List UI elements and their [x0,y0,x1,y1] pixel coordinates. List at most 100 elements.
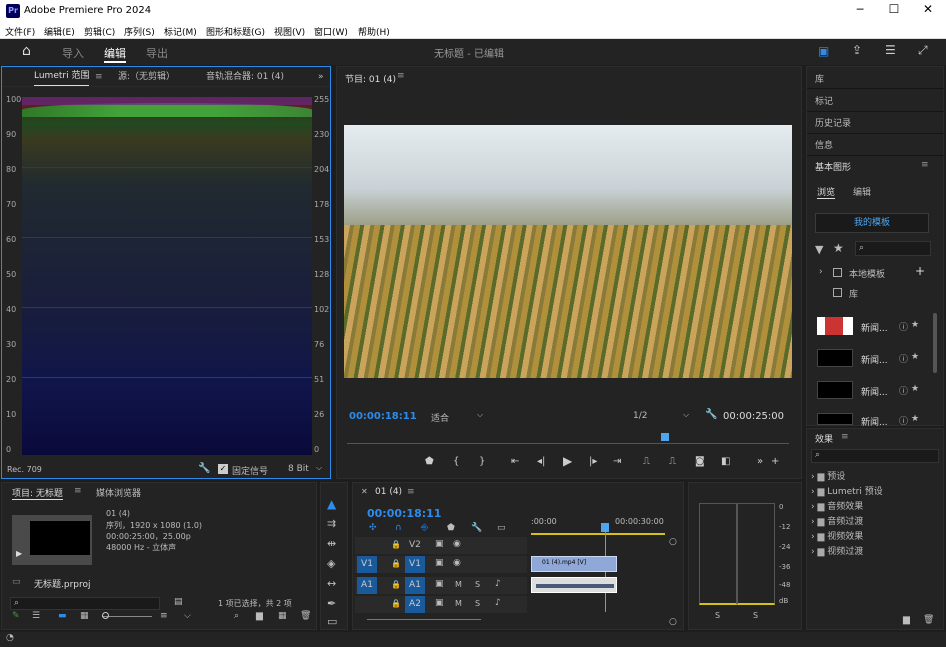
ripple-edit-tool-icon[interactable]: ⇹ [327,537,336,550]
list-item[interactable]: › ▆ 视频过渡 [811,544,941,559]
chevron-right-icon[interactable]: › [819,267,823,277]
tab-project[interactable]: 项目: 无标题 [12,486,63,500]
my-templates-button[interactable]: 我的模板 [815,213,929,233]
menu-markers[interactable]: 标记(M) [164,25,197,38]
menu-file[interactable]: 文件(F) [5,25,35,38]
info-icon[interactable]: ⓘ [899,384,908,397]
extract-icon[interactable]: ⎍ [669,456,676,467]
lock-icon[interactable]: 🔒 [391,559,401,568]
pen-tool-icon[interactable]: ✒ [327,597,336,610]
eye-icon[interactable]: ◉ [453,539,461,549]
timeline-playhead[interactable] [600,523,609,532]
program-timecode[interactable]: 00:00:18:11 [349,411,417,422]
tab-edit[interactable]: 编辑 [104,45,126,61]
home-icon[interactable]: ⌂ [22,43,31,59]
info-icon[interactable]: ⓘ [899,320,908,333]
scrollbar[interactable] [933,313,937,373]
menu-clip[interactable]: 剪辑(C) [84,25,115,38]
list-item[interactable]: › ▆ 音频过渡 [811,514,941,529]
wrench-icon[interactable]: 🔧 [705,409,717,420]
sync-lock-icon[interactable]: ▣ [435,579,444,589]
filter-icon[interactable]: ▼ [815,243,823,256]
icon-view-icon[interactable]: ▬ [58,611,67,621]
freeform-view-icon[interactable]: ▦ [80,611,89,621]
wrench-icon[interactable]: 🔧 [471,523,482,533]
timeline-timecode[interactable]: 00:00:18:11 [367,507,441,520]
scroll-handle[interactable]: ○ [669,617,677,627]
tab-source[interactable]: 源:（无剪辑） [118,67,175,87]
go-to-in-icon[interactable]: ⇤ [511,456,519,467]
checkbox[interactable] [833,288,842,297]
source-patch[interactable]: A1 [357,577,377,594]
step-forward-icon[interactable]: |▸ [589,456,597,467]
automate-icon[interactable]: ⌵ [184,611,191,621]
lift-icon[interactable]: ⎍ [643,456,650,467]
snap-icon[interactable]: ∩ [395,523,402,533]
play-icon[interactable]: ▶ [563,454,572,468]
maximize-icon[interactable]: ☐ [884,2,904,16]
list-item[interactable]: › ▆ 预设 [811,469,941,484]
menu-view[interactable]: 视图(V) [274,25,305,38]
tab-export[interactable]: 导出 [146,45,168,61]
bit-depth-select[interactable]: 8 Bit [288,464,309,474]
project-search-input[interactable]: ⌕ [10,597,160,610]
tab-audio-mixer[interactable]: 音轨混合器: 01 (4) [206,67,284,87]
tab-media-browser[interactable]: 媒体浏览器 [96,486,141,499]
sync-lock-icon[interactable]: ▣ [435,539,444,549]
sequence-tab[interactable]: 01 (4) [375,487,402,497]
menu-icon[interactable]: ≡ [921,160,929,170]
minimize-icon[interactable]: ─ [850,3,870,16]
slider-knob[interactable] [102,612,109,619]
close-icon[interactable]: ✕ [918,2,938,16]
chevron-down-icon[interactable]: ⌵ [316,463,322,473]
lock-icon[interactable]: 🔒 [391,580,401,589]
clamp-checkbox[interactable]: ✓ [218,464,228,474]
status-icon[interactable]: ◔ [6,633,14,643]
template-thumbnail[interactable] [817,317,853,335]
solo-button[interactable]: S [475,599,480,608]
info-icon[interactable]: ⓘ [899,414,908,427]
star-icon[interactable]: ★ [833,241,844,255]
tab-lumetri[interactable]: Lumetri 范围 [34,67,90,86]
graphics-search-input[interactable]: ⌕ [855,241,931,256]
chevron-down-icon[interactable]: ⌵ [683,410,689,420]
tab-browse[interactable]: 浏览 [817,185,836,199]
new-bin-icon[interactable]: ▆ [903,615,910,625]
menu-icon[interactable]: ≡ [397,71,405,81]
template-name[interactable]: 新闻... [861,353,888,366]
resolution-select[interactable]: 1/2 [633,411,647,421]
info-icon[interactable]: ⓘ [899,352,908,365]
delete-icon[interactable]: 🗑 [923,615,934,625]
panel-libraries[interactable]: 库 [815,72,824,85]
tree-local-templates[interactable]: 本地模板 [849,267,885,280]
zoom-slider[interactable] [102,616,152,617]
menu-icon[interactable]: ≡ [841,432,849,442]
step-back-icon[interactable]: ◂| [537,456,545,467]
captions-icon[interactable]: ▭ [497,523,506,533]
sync-lock-icon[interactable]: ▣ [435,558,444,568]
menu-sequence[interactable]: 序列(S) [124,25,155,38]
menu-graphics[interactable]: 图形和标题(G) [206,25,265,38]
solo-left[interactable]: S [715,611,720,620]
play-icon[interactable]: ▶ [16,549,22,558]
menu-icon[interactable]: ≡ [74,486,82,496]
menu-icon[interactable]: ≡ [407,487,415,497]
list-item[interactable]: › ▆ 音频效果 [811,499,941,514]
menu-edit[interactable]: 编辑(E) [44,25,75,38]
mute-button[interactable]: M [455,599,462,608]
program-playhead[interactable] [661,433,670,441]
bin-icon[interactable]: ▤ [174,597,183,607]
frame-icon[interactable]: ▣ [818,44,829,58]
chevron-down-icon[interactable]: ⌵ [477,410,483,420]
program-scrubber[interactable] [347,443,789,444]
tree-library[interactable]: 库 [849,287,858,300]
add-marker-icon[interactable]: ⬟ [447,523,455,533]
mark-out-icon[interactable]: } [479,456,485,467]
project-file-name[interactable]: 无标题.prproj [34,577,91,590]
template-name[interactable]: 新闻... [861,385,888,398]
list-item[interactable]: › ▆ 视频效果 [811,529,941,544]
export-frame-icon[interactable]: ◙ [695,456,705,467]
delete-icon[interactable]: 🗑 [300,611,311,621]
go-to-out-icon[interactable]: ⇥ [613,456,621,467]
scroll-handle[interactable]: ○ [669,537,677,547]
